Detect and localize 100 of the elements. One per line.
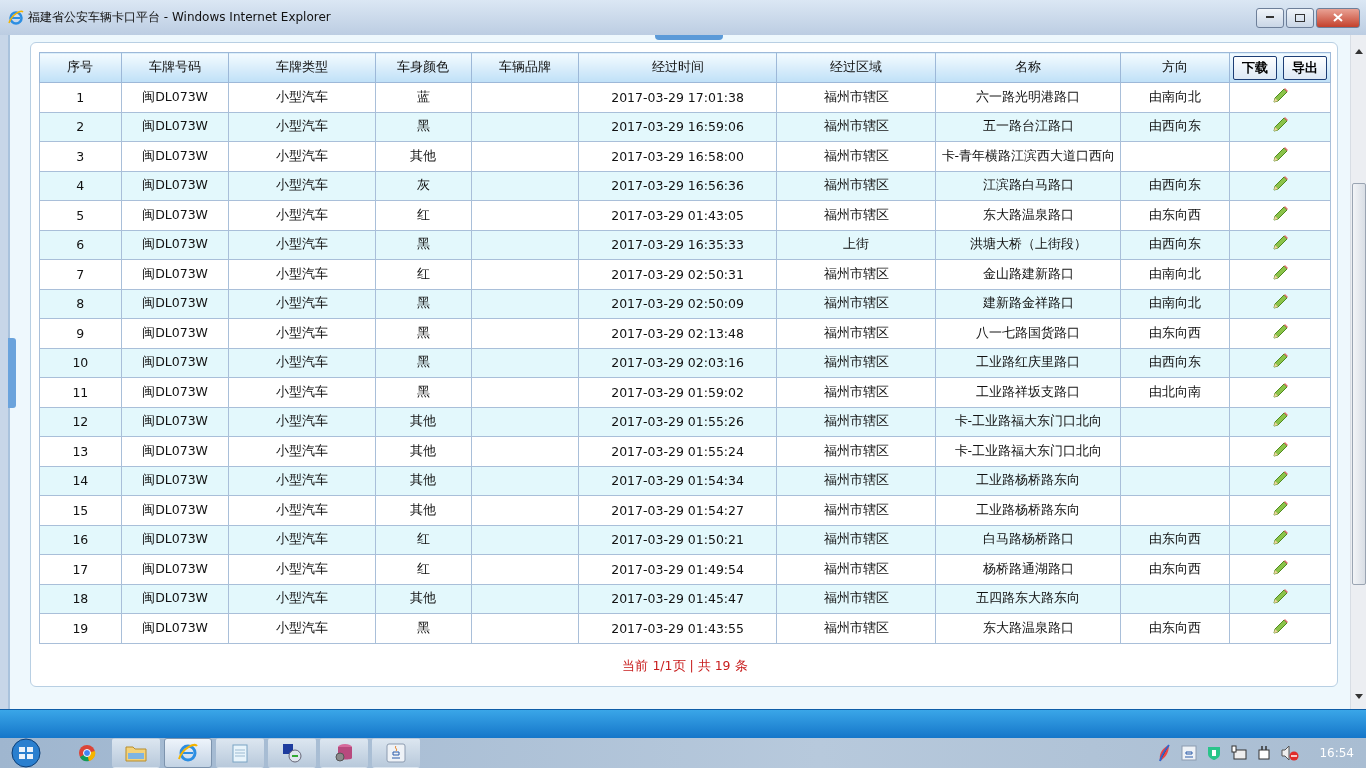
table-cell: 2017-03-29 16:59:06 bbox=[578, 112, 777, 142]
pencil-icon[interactable] bbox=[1271, 86, 1289, 105]
table-cell: 闽DL073W bbox=[121, 259, 229, 289]
table-cell: 18 bbox=[39, 584, 122, 614]
pencil-icon[interactable] bbox=[1271, 234, 1289, 253]
pencil-icon[interactable] bbox=[1271, 617, 1289, 636]
table-cell: 2017-03-29 01:43:55 bbox=[578, 613, 777, 643]
table-cell: 工业路杨桥路东向 bbox=[935, 495, 1121, 525]
column-header: 方向 bbox=[1120, 52, 1230, 83]
pencil-icon[interactable] bbox=[1271, 529, 1289, 548]
table-cell: 蓝 bbox=[375, 82, 472, 112]
table-cell: 闽DL073W bbox=[121, 348, 229, 378]
table-cell: 红 bbox=[375, 525, 472, 555]
table-cell: 其他 bbox=[375, 141, 472, 171]
table-cell: 2017-03-29 01:55:26 bbox=[578, 407, 777, 437]
feather-icon bbox=[1157, 744, 1172, 762]
table-cell: 6 bbox=[39, 230, 122, 260]
table-cell: 闽DL073W bbox=[121, 141, 229, 171]
table-cell: 16 bbox=[39, 525, 122, 555]
table-cell: 上街 bbox=[776, 230, 936, 260]
taskbar-app[interactable] bbox=[268, 738, 316, 768]
pencil-icon[interactable] bbox=[1271, 352, 1289, 371]
maximize-button[interactable] bbox=[1286, 7, 1314, 28]
table-cell: 由南向北 bbox=[1120, 82, 1230, 112]
table-cell: 由东向西 bbox=[1120, 200, 1230, 230]
table-cell: 10 bbox=[39, 348, 122, 378]
table-cell: 闽DL073W bbox=[121, 554, 229, 584]
shield-icon bbox=[1207, 745, 1222, 761]
table-cell: 黑 bbox=[375, 230, 472, 260]
pencil-icon[interactable] bbox=[1271, 145, 1289, 164]
table-cell: 其他 bbox=[375, 436, 472, 466]
table-cell: 洪塘大桥（上街段） bbox=[935, 230, 1121, 260]
table-cell: 闽DL073W bbox=[121, 112, 229, 142]
pencil-icon[interactable] bbox=[1271, 470, 1289, 489]
table-cell: 灰 bbox=[375, 171, 472, 201]
table-cell: 1 bbox=[39, 82, 122, 112]
table-cell: 2017-03-29 02:50:31 bbox=[578, 259, 777, 289]
table-cell: 福州市辖区 bbox=[776, 348, 936, 378]
table-cell: 黑 bbox=[375, 348, 472, 378]
table-cell: 东大路温泉路口 bbox=[935, 613, 1121, 643]
clock: 16:54 bbox=[1319, 746, 1354, 760]
table-cell: 工业路祥坂支路口 bbox=[935, 377, 1121, 407]
table-cell: 小型汽车 bbox=[228, 171, 376, 201]
pencil-icon[interactable] bbox=[1271, 411, 1289, 430]
column-header: 经过时间 bbox=[578, 52, 777, 83]
table-cell: 5 bbox=[39, 200, 122, 230]
minimize-button[interactable] bbox=[1256, 7, 1284, 28]
table-cell: 福州市辖区 bbox=[776, 407, 936, 437]
table-cell: 小型汽车 bbox=[228, 377, 376, 407]
column-header: 车身颜色 bbox=[375, 52, 472, 83]
minimize-icon bbox=[1266, 16, 1274, 19]
table-cell: 2 bbox=[39, 112, 122, 142]
table-cell: 2017-03-29 01:59:02 bbox=[578, 377, 777, 407]
table-cell: 2017-03-29 01:49:54 bbox=[578, 554, 777, 584]
table-cell: 由西向东 bbox=[1120, 348, 1230, 378]
table-cell: 闽DL073W bbox=[121, 613, 229, 643]
pagination-text: 当前 1/1页 | 共 19 条 bbox=[622, 657, 748, 675]
pencil-icon[interactable] bbox=[1271, 440, 1289, 459]
table-cell: 11 bbox=[39, 377, 122, 407]
table-cell: 闽DL073W bbox=[121, 82, 229, 112]
table-cell: 福州市辖区 bbox=[776, 141, 936, 171]
close-icon bbox=[1333, 13, 1343, 22]
table-cell: 由东向西 bbox=[1120, 525, 1230, 555]
table-cell: 小型汽车 bbox=[228, 230, 376, 260]
table-cell: 2017-03-29 01:50:21 bbox=[578, 525, 777, 555]
table-cell: 由北向南 bbox=[1120, 377, 1230, 407]
column-header: 经过区域 bbox=[776, 52, 936, 83]
pencil-icon[interactable] bbox=[1271, 116, 1289, 135]
pencil-icon[interactable] bbox=[1271, 204, 1289, 223]
browser-icon bbox=[8, 9, 24, 26]
table-cell: 小型汽车 bbox=[228, 200, 376, 230]
browser-icon bbox=[177, 743, 199, 763]
table-cell: 小型汽车 bbox=[228, 584, 376, 614]
table-cell: 福州市辖区 bbox=[776, 377, 936, 407]
table-cell: 小型汽车 bbox=[228, 259, 376, 289]
table-cell: 小型汽车 bbox=[228, 318, 376, 348]
table-cell: 由西向东 bbox=[1120, 230, 1230, 260]
table-cell: 闽DL073W bbox=[121, 377, 229, 407]
taskbar-app[interactable] bbox=[320, 738, 368, 768]
maximize-icon bbox=[1295, 13, 1305, 22]
pencil-icon[interactable] bbox=[1271, 499, 1289, 518]
start-button[interactable] bbox=[8, 738, 44, 768]
table-cell: 闽DL073W bbox=[121, 200, 229, 230]
header-button[interactable]: 导出 bbox=[1283, 55, 1327, 80]
pencil-icon[interactable] bbox=[1271, 293, 1289, 312]
table-cell: 闽DL073W bbox=[121, 289, 229, 319]
table-cell: 工业路杨桥路东向 bbox=[935, 466, 1121, 496]
table-cell: 福州市辖区 bbox=[776, 82, 936, 112]
header-button[interactable]: 下载 bbox=[1233, 55, 1277, 80]
pencil-icon[interactable] bbox=[1271, 381, 1289, 400]
scrollbar-thumb[interactable] bbox=[1352, 183, 1366, 585]
pencil-icon[interactable] bbox=[1271, 588, 1289, 607]
table-cell: 白马路杨桥路口 bbox=[935, 525, 1121, 555]
close-button[interactable] bbox=[1316, 7, 1360, 28]
pencil-icon[interactable] bbox=[1271, 175, 1289, 194]
table-cell: 福州市辖区 bbox=[776, 259, 936, 289]
folder-icon bbox=[125, 744, 147, 762]
pencil-icon[interactable] bbox=[1271, 263, 1289, 282]
pencil-icon[interactable] bbox=[1271, 558, 1289, 577]
pencil-icon[interactable] bbox=[1271, 322, 1289, 341]
